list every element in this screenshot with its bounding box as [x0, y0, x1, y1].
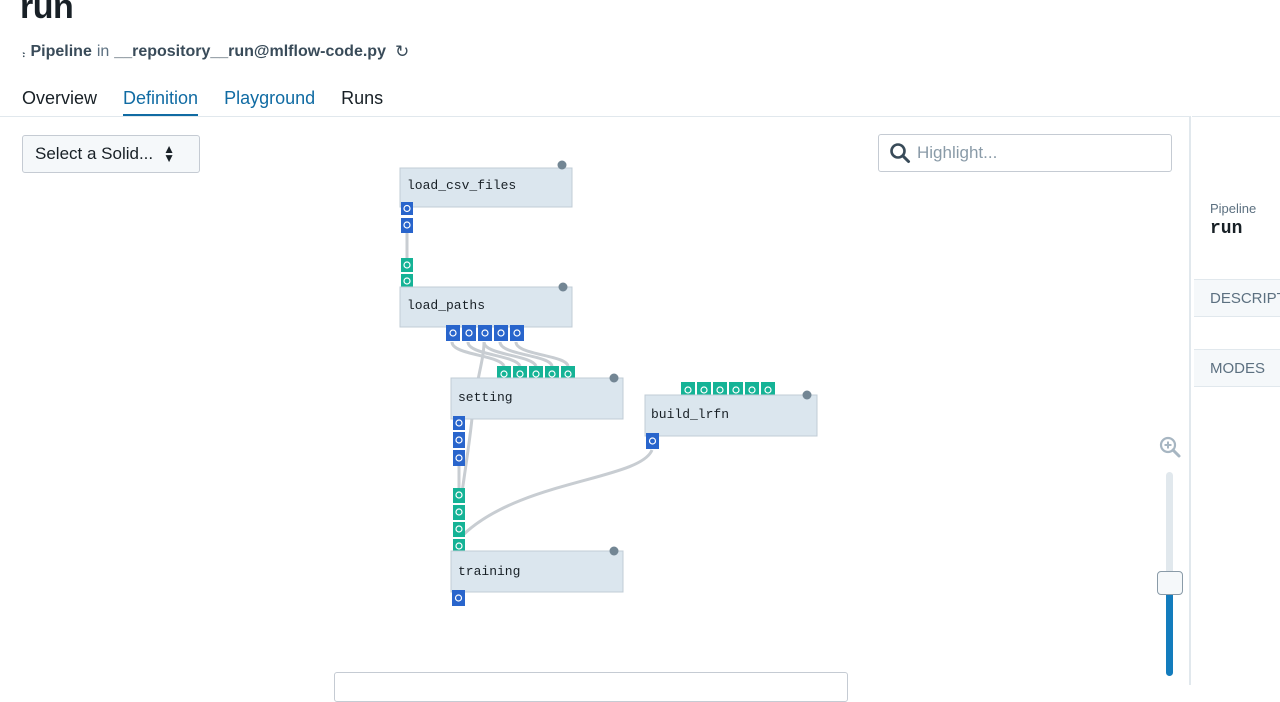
- zoom-slider-fill: [1166, 586, 1173, 676]
- solid-label: build_lrfn: [651, 407, 729, 422]
- modes-section[interactable]: MODES: [1194, 349, 1280, 387]
- solid-label: load_paths: [407, 298, 485, 313]
- bottom-panel[interactable]: [334, 672, 848, 702]
- solid-load-csv-files[interactable]: load_csv_files: [399, 160, 573, 234]
- zoom-in-icon[interactable]: [1157, 434, 1183, 460]
- solid-training[interactable]: training: [450, 488, 624, 606]
- edge-build-lrfn-training: [461, 449, 654, 537]
- panel-pipeline-name: run: [1210, 219, 1243, 239]
- panel-type-label: Pipeline: [1210, 201, 1257, 216]
- pipeline-graph[interactable]: load_csv_files load_paths setting build_…: [0, 0, 1190, 685]
- solid-setting[interactable]: setting: [450, 366, 624, 466]
- description-section[interactable]: DESCRIPTION: [1194, 279, 1280, 317]
- zoom-slider-handle[interactable]: [1157, 571, 1183, 595]
- solid-build-lrfn[interactable]: build_lrfn: [644, 382, 818, 449]
- solid-label: load_csv_files: [407, 178, 516, 193]
- output-ports: [446, 325, 524, 341]
- solid-label: training: [458, 564, 520, 579]
- solid-load-paths[interactable]: load_paths: [399, 258, 573, 341]
- edge-load-paths-setting-1: [450, 341, 506, 367]
- solid-label: setting: [458, 390, 513, 405]
- right-panel: Pipeline run DESCRIPTION MODES: [1192, 116, 1280, 685]
